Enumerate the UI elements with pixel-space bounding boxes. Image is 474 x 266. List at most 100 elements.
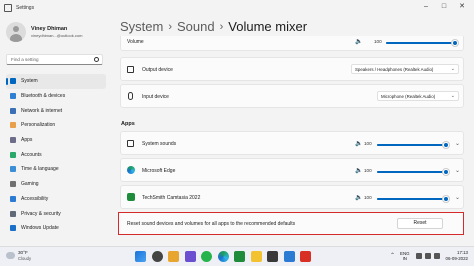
camtasia-icon [127,193,135,201]
input-device-card: Input device Microphone (Realtek Audio) … [120,84,464,108]
camtasia-icon[interactable] [234,251,245,262]
sidebar-item-label: Gaming [21,181,39,188]
system-tray: ⌃ ENG IN 17:13 06-09-2022 [390,250,468,261]
brush-icon [10,122,16,129]
volume-slider[interactable] [386,40,458,46]
profile-name: Viney Dhiman [31,26,68,32]
app-name: TechSmith Camtasia 2022 [142,195,201,201]
edge-icon [127,166,135,174]
app-volume-slider[interactable] [377,196,449,202]
weather-condition: Cloudy [18,256,32,261]
app-card-microsoft-edge: Microsoft Edge 🔈 100 ⌄ [120,158,464,182]
chevron-down-icon[interactable]: ⌄ [455,194,460,201]
avatar [6,22,26,42]
close-button[interactable]: ✕ [456,2,468,12]
sidebar-item-label: Privacy & security [21,210,61,217]
slider-thumb[interactable] [443,142,449,148]
sidebar-item-label: Personalization [21,122,56,129]
app-volume-value: 100 [364,195,372,200]
settings-icon[interactable] [267,251,278,262]
reset-button[interactable]: Reset [397,218,443,229]
whatsapp-icon[interactable] [201,251,212,262]
search-icon [94,57,99,62]
language-indicator[interactable]: ENG IN [400,251,410,261]
minimize-button[interactable]: – [420,2,432,12]
network-icon [10,107,16,114]
speaker-icon[interactable]: 🔈 [355,140,362,147]
battery-icon[interactable] [433,252,440,259]
date: 06-09-2022 [445,255,468,261]
slider-thumb[interactable] [452,40,458,46]
search-input[interactable]: Find a setting [6,54,103,65]
sidebar-item-label: Time & language [21,166,59,173]
output-device-select[interactable]: Speakers / Headphones (Realtek Audio) ⌄ [351,64,459,74]
apps-section-label: Apps [121,121,135,127]
sidebar-item-label: System [21,78,38,85]
settings-app-icon [4,4,12,12]
sidebar-item-personalization[interactable]: Personalization [6,118,106,133]
app-icon[interactable] [283,251,295,262]
app-volume-value: 100 [364,168,372,173]
page-title: Volume mixer [228,19,308,34]
teams-icon[interactable] [184,251,196,262]
wifi-icon[interactable] [415,252,422,259]
output-device-card: Output device Speakers / Headphones (Rea… [120,57,464,81]
start-icon[interactable] [135,251,146,262]
sidebar-item-time-language[interactable]: Time & language [6,162,106,177]
nav-menu: System Bluetooth & devices Network & inter… [6,74,106,236]
slider-thumb[interactable] [443,169,449,175]
lang-region: IN [402,255,407,261]
chevron-down-icon[interactable]: ⌄ [455,140,460,147]
sidebar-item-apps[interactable]: Apps [6,133,106,148]
sidebar-item-bluetooth-devices[interactable]: Bluetooth & devices [6,89,106,104]
chevron-down-icon[interactable]: ⌄ [455,167,460,174]
gaming-icon [10,181,16,188]
sidebar-item-label: Network & internet [21,107,63,114]
output-device-label: Output device [142,67,173,73]
speaker-icon[interactable]: 🔈 [355,38,362,45]
sidebar: Viney Dhiman vineydhiman...@outlook.com … [0,16,110,246]
sidebar-item-network-internet[interactable]: Network & internet [6,103,106,118]
sidebar-item-label: Bluetooth & devices [21,93,66,100]
search-icon[interactable] [151,251,163,262]
chevron-up-icon[interactable]: ⌃ [390,252,395,259]
input-device-label: Input device [142,94,169,100]
reset-card: Reset sound devices and volumes for all … [118,212,464,235]
clock[interactable]: 17:13 06-09-2022 [446,250,468,261]
input-device-select[interactable]: Microphone (Realtek Audio) ⌄ [377,91,459,101]
breadcrumb-sound[interactable]: Sound [177,19,215,34]
app-name: System sounds [142,141,177,147]
sidebar-item-privacy-security[interactable]: Privacy & security [6,206,106,221]
taskbar-apps [135,251,317,262]
app-icon[interactable] [250,251,262,262]
sidebar-item-windows-update[interactable]: Windows Update [6,221,106,236]
sidebar-item-accounts[interactable]: Accounts [6,147,106,162]
breadcrumb-system[interactable]: System [120,19,163,34]
app-name: Microsoft Edge [142,168,176,174]
user-profile[interactable]: Viney Dhiman vineydhiman...@outlook.com [6,22,82,42]
breadcrumb: System › Sound › Volume mixer [120,19,307,34]
file-explorer-icon[interactable] [168,251,179,262]
sidebar-item-label: Apps [21,137,33,144]
volume-icon[interactable] [424,252,431,259]
apps-icon [10,137,16,144]
sidebar-item-system[interactable]: System [6,74,106,89]
volume-value: 100 [374,39,382,44]
app-volume-slider[interactable] [377,169,449,175]
microphone-icon [128,92,133,100]
speaker-icon[interactable]: 🔈 [355,194,362,201]
reset-description: Reset sound devices and volumes for all … [127,221,296,227]
breadcrumb-separator: › [219,20,224,33]
maximize-button[interactable]: □ [438,2,450,12]
sidebar-item-accessibility[interactable]: Accessibility [6,192,106,207]
app-volume-slider[interactable] [377,142,449,148]
edge-icon[interactable] [217,251,229,262]
cloud-icon [6,252,15,259]
system-volume-card: Volume 🔈 100 [120,36,464,51]
app-icon[interactable] [300,251,311,262]
sidebar-item-gaming[interactable]: Gaming [6,177,106,192]
speaker-icon[interactable]: 🔈 [355,167,362,174]
slider-thumb[interactable] [443,196,449,202]
weather-widget[interactable]: 30°F Cloudy [6,250,31,261]
volume-label: Volume [127,39,144,45]
